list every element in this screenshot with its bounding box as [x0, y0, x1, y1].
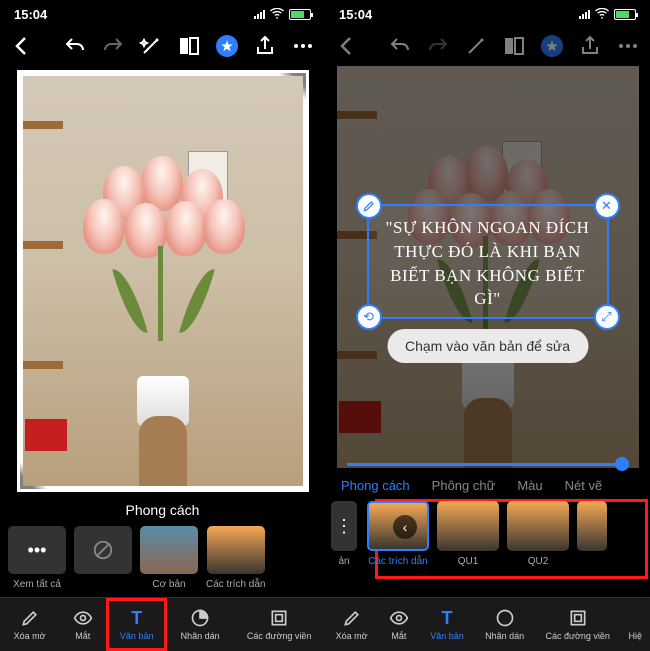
edit-handle[interactable] — [356, 193, 382, 219]
chevron-left-icon[interactable]: ‹ — [393, 515, 417, 539]
style-carousel[interactable]: ⋮ ản Các trích dẫn ‹ QU1 QU2 — [325, 501, 650, 581]
battery-icon — [289, 9, 311, 20]
style-item-none[interactable] — [74, 526, 132, 579]
adjustment-slider[interactable] — [347, 463, 629, 466]
quote-text[interactable]: "SỰ KHÔN NGOAN ĐÍCH THỰC ĐÓ LÀ KHI BẠN B… — [369, 206, 607, 321]
undo-button[interactable] — [388, 34, 412, 58]
rotate-handle[interactable]: ⟲ — [356, 304, 382, 330]
top-toolbar — [325, 28, 650, 64]
star-button[interactable] — [540, 34, 564, 58]
style-item-qu2[interactable]: QU2 — [507, 501, 569, 567]
tab-stroke[interactable]: Nét vẽ — [565, 478, 603, 493]
back-button[interactable] — [335, 34, 359, 58]
more-button[interactable] — [616, 34, 640, 58]
nav-edit[interactable]: Xóa mờ — [8, 604, 52, 645]
section-title: Phong cách — [0, 492, 325, 526]
nav-text[interactable]: TVăn bản — [114, 604, 160, 645]
signal-icon — [254, 9, 265, 19]
more-icon: ••• — [8, 526, 66, 574]
status-time: 15:04 — [339, 7, 372, 22]
text-tabs: Phong cách Phông chữ Màu Nét vẽ — [325, 468, 650, 501]
more-button[interactable] — [291, 34, 315, 58]
style-item-more[interactable]: ⋮ ản — [329, 501, 359, 567]
phone-right: 15:04 "SỰ KHÔN NGOAN ĐÍCH THỰC ĐÓ — [325, 0, 650, 651]
signal-icon — [579, 9, 590, 19]
share-button[interactable] — [253, 34, 277, 58]
status-bar: 15:04 — [0, 0, 325, 28]
nav-eye[interactable]: Mắt — [383, 604, 415, 645]
tab-font[interactable]: Phông chữ — [432, 478, 496, 493]
undo-button[interactable] — [63, 34, 87, 58]
status-bar: 15:04 — [325, 0, 650, 28]
tab-color[interactable]: Màu — [517, 478, 542, 493]
resize-handle[interactable]: ⤢ — [594, 304, 620, 330]
bottom-nav: Xóa mờ Mắt TVăn bản Nhãn dán Các đường v… — [0, 597, 325, 651]
nav-fx[interactable]: Hiệ — [625, 604, 645, 645]
top-toolbar — [0, 28, 325, 64]
wifi-icon — [270, 7, 284, 22]
compare-button[interactable] — [502, 34, 526, 58]
nav-sticker[interactable]: Nhãn dán — [175, 604, 226, 645]
text-selection-box[interactable]: "SỰ KHÔN NGOAN ĐÍCH THỰC ĐÓ LÀ KHI BẠN B… — [367, 204, 609, 319]
nav-eye[interactable]: Mắt — [67, 604, 99, 645]
none-icon — [74, 526, 132, 574]
star-button[interactable] — [215, 34, 239, 58]
style-carousel[interactable]: ••• Xem tất cả Cơ bản Các trích dẫn — [0, 526, 325, 602]
nav-blur[interactable]: Xóa mờ — [330, 604, 374, 645]
wifi-icon — [595, 7, 609, 22]
style-item-quotes[interactable]: Các trích dẫn — [206, 526, 265, 590]
canvas-image[interactable] — [17, 70, 309, 492]
status-time: 15:04 — [14, 7, 47, 22]
back-button[interactable] — [10, 34, 34, 58]
style-item-all[interactable]: ••• Xem tất cả — [8, 526, 66, 590]
share-button[interactable] — [578, 34, 602, 58]
canvas-image[interactable]: "SỰ KHÔN NGOAN ĐÍCH THỰC ĐÓ LÀ KHI BẠN B… — [337, 66, 639, 468]
tab-style[interactable]: Phong cách — [341, 478, 410, 493]
style-item-qu1[interactable]: QU1 — [437, 501, 499, 567]
nav-text[interactable]: TVăn bản — [424, 604, 470, 645]
compare-button[interactable] — [177, 34, 201, 58]
redo-button[interactable] — [426, 34, 450, 58]
style-item-next[interactable] — [577, 501, 607, 551]
battery-icon — [614, 9, 636, 20]
nav-border[interactable]: Các đường viền — [539, 604, 615, 645]
wand-button[interactable] — [464, 34, 488, 58]
bottom-nav: Xóa mờ Mắt TVăn bản Nhãn dán Các đường v… — [325, 597, 650, 651]
wand-button[interactable] — [139, 34, 163, 58]
toast-message: Chạm vào văn bản để sửa — [387, 329, 588, 363]
phone-left: 15:04 Phong cách — [0, 0, 325, 651]
redo-button[interactable] — [101, 34, 125, 58]
style-item-basic[interactable]: Cơ bản — [140, 526, 198, 590]
nav-border[interactable]: Các đường viền — [241, 604, 317, 645]
nav-sticker[interactable]: Nhãn dán — [479, 604, 530, 645]
delete-handle[interactable]: ✕ — [594, 193, 620, 219]
